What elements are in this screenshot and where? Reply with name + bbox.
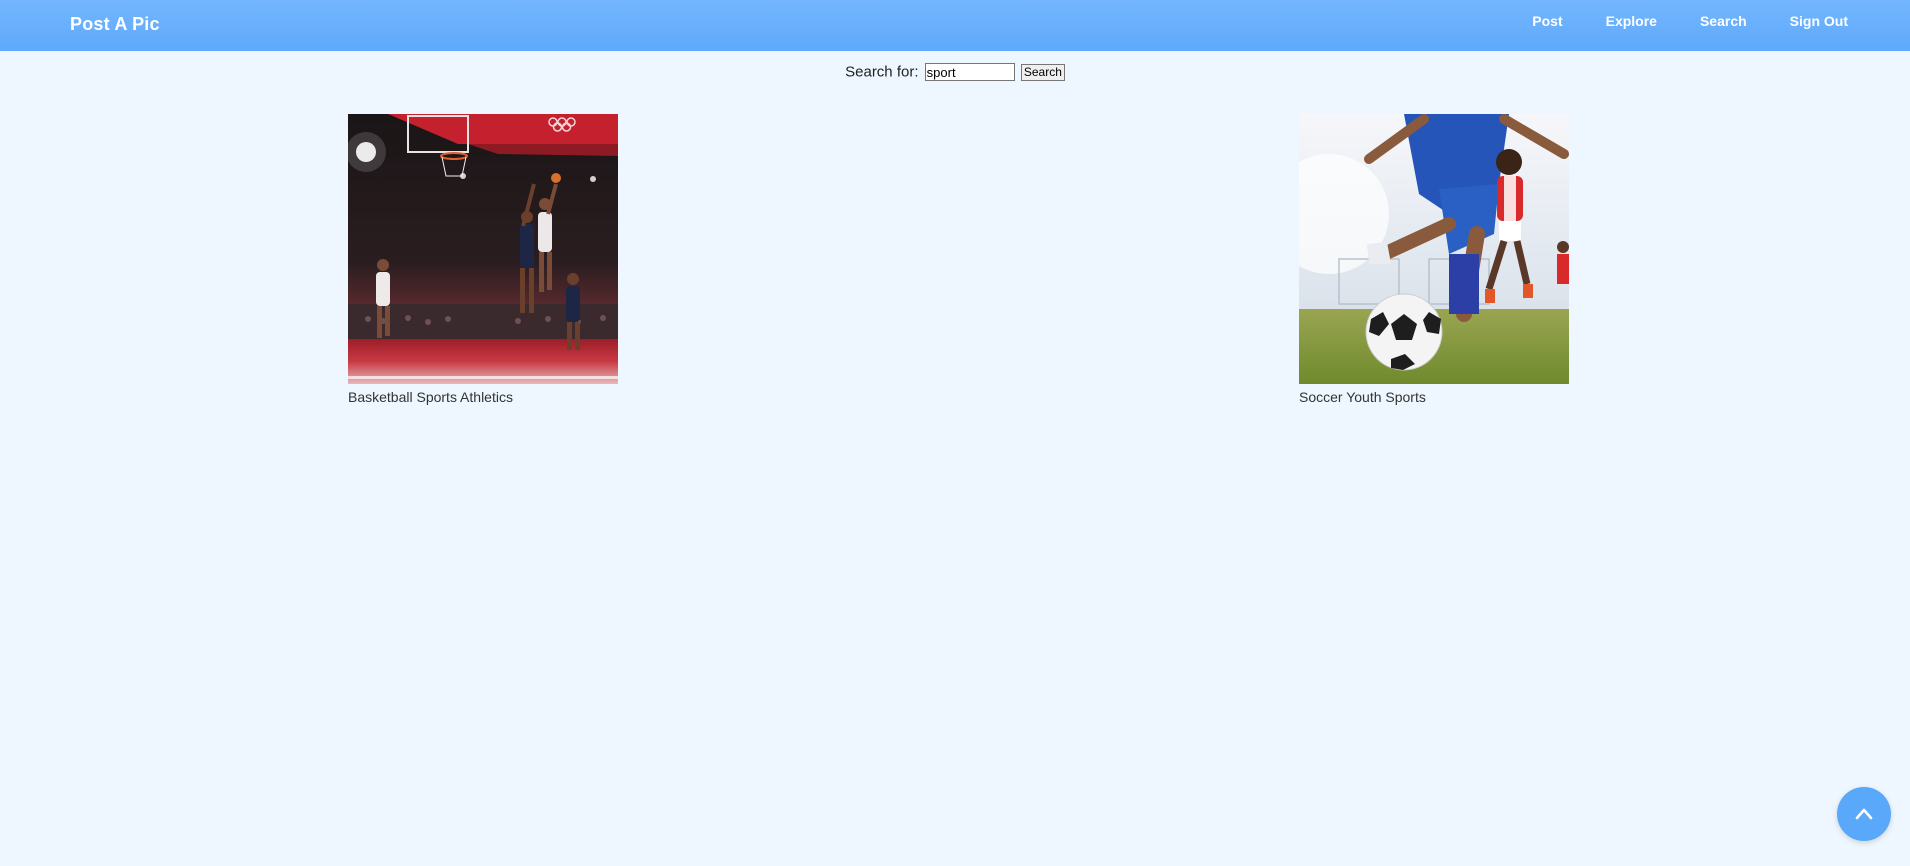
- chevron-up-icon: [1855, 808, 1873, 820]
- nav-explore-link[interactable]: Explore: [1606, 13, 1657, 29]
- soccer-photo[interactable]: [1299, 114, 1569, 384]
- search-label: Search for:: [845, 63, 919, 81]
- search-button[interactable]: Search: [1020, 63, 1065, 81]
- result-card: Basketball Sports Athletics: [348, 114, 618, 405]
- basketball-photo[interactable]: [348, 114, 618, 384]
- result-caption: Basketball Sports Athletics: [348, 389, 513, 405]
- nav-links: Post Explore Search Sign Out: [1489, 13, 1848, 29]
- nav-sign-out-link[interactable]: Sign Out: [1790, 13, 1848, 29]
- nav-post-link[interactable]: Post: [1532, 13, 1562, 29]
- search-form: Search for: Search: [0, 63, 1910, 82]
- result-card: Soccer Youth Sports: [1299, 114, 1569, 405]
- navbar: Post A Pic Post Explore Search Sign Out: [0, 0, 1910, 51]
- search-input[interactable]: [924, 63, 1015, 82]
- result-caption: Soccer Youth Sports: [1299, 389, 1426, 405]
- nav-search-link[interactable]: Search: [1700, 13, 1747, 29]
- brand-logo[interactable]: Post A Pic: [70, 14, 160, 35]
- scroll-to-top-button[interactable]: [1837, 787, 1891, 841]
